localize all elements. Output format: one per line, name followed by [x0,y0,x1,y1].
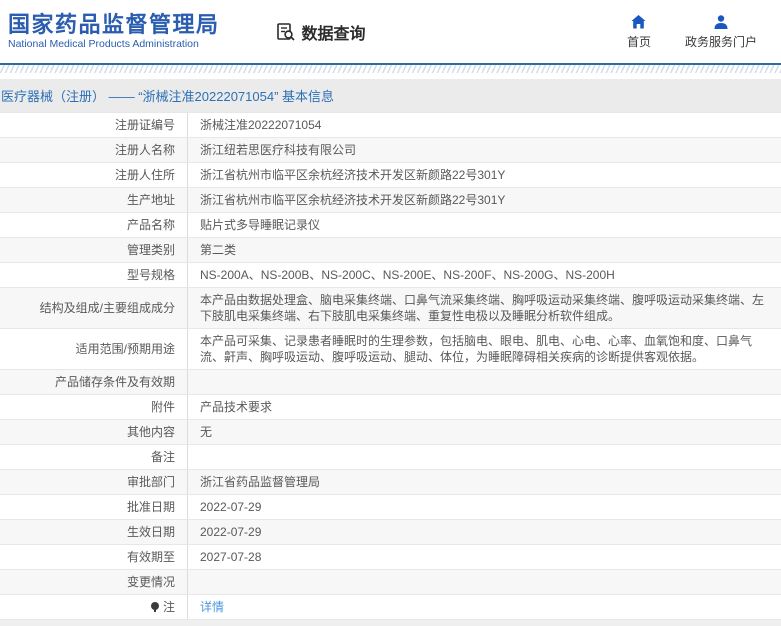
table-row: 其他内容无 [0,420,781,445]
row-label: 注册人住所 [0,163,188,187]
row-value: 浙江省药品监督管理局 [200,475,321,489]
nav-gov-portal-label: 政务服务门户 [684,34,757,49]
table-row: 产品储存条件及有效期 [0,370,781,395]
row-label: 管理类别 [0,238,188,262]
row-label: 产品储存条件及有效期 [0,370,188,394]
nav-home[interactable]: 首页 [627,14,651,50]
row-label: 注 [0,595,188,619]
page: 国家药品监督管理局 National Medical Products Admi… [0,0,781,626]
data-query-label: 数据查询 [301,25,366,43]
table-row: 备注 [0,445,781,470]
row-label: 生效日期 [0,520,188,544]
footer-space [0,620,781,626]
row-label: 型号规格 [0,263,188,287]
row-label: 注册证编号 [0,113,188,137]
row-value: 本产品可采集、记录患者睡眠时的生理参数，包括脑电、眼电、肌电、心电、心率、血氧饱… [200,334,753,364]
data-query-section: 数据查询 [276,20,366,44]
details-link[interactable]: 详情 [200,599,224,615]
row-value: 第二类 [200,243,237,257]
row-label: 生产地址 [0,188,188,212]
site-header: 国家药品监督管理局 National Medical Products Admi… [0,0,781,63]
row-label: 备注 [0,445,188,469]
logo-subtitle: National Medical Products Administration [8,38,199,50]
table-row: 生效日期 2022-07-29 [0,520,781,545]
row-label: 审批部门 [0,470,188,494]
row-label: 其他内容 [0,420,188,444]
table-row: 批准日期 2022-07-29 [0,495,781,520]
row-label: 注册人名称 [0,138,188,162]
header-nav: 首页 政务服务门户 [627,14,767,50]
user-icon [713,14,729,30]
row-value: 2022-07-29 [200,525,262,539]
nav-home-label: 首页 [626,34,651,49]
table-row: 型号规格 NS-200A、NS-200B、NS-200C、NS-200E、NS-2… [0,263,781,288]
table-row: 注册证编号 浙械注准20222071054 [0,113,781,138]
row-label: 产品名称 [0,213,188,237]
row-value [188,445,781,469]
table-row: 变更情况 [0,570,781,595]
row-value: 详情 [188,595,781,619]
data-query-icon [276,22,296,42]
table-row: 管理类别 第二类 [0,238,781,263]
table-row: 产品名称 贴片式多导睡眠记录仪 [0,213,781,238]
breadcrumb: 医疗器械（注册） —— “浙械注准20222071054” 基本信息 [1,89,335,104]
row-value: 2027-07-28 [200,550,262,564]
row-label: 变更情况 [0,570,188,594]
note-icon [150,601,160,613]
breadcrumb-band: 医疗器械（注册） —— “浙械注准20222071054” 基本信息 [0,79,781,112]
row-value: 浙械注准20222071054 [200,118,322,132]
nav-gov-portal[interactable]: 政务服务门户 [685,14,757,50]
table-row: 有效期至 2027-07-28 [0,545,781,570]
row-value: 本产品由数据处理盒、脑电采集终端、口鼻气流采集终端、胸呼吸运动采集终端、腹呼吸运… [200,293,765,323]
row-label: 结构及组成/主要组成成分 [0,288,188,328]
table-row: 审批部门 浙江省药品监督管理局 [0,470,781,495]
table-row: 生产地址 浙江省杭州市临平区余杭经济技术开发区新颜路22号301Y [0,188,781,213]
row-value: 贴片式多导睡眠记录仪 [200,218,321,232]
row-value: 无 [200,425,213,439]
row-value: 浙江纽若思医疗科技有限公司 [200,143,357,157]
table-row: 结构及组成/主要组成成分 本产品由数据处理盒、脑电采集终端、口鼻气流采集终端、胸呼… [0,288,781,329]
row-label: 有效期至 [0,545,188,569]
row-value: 2022-07-29 [200,500,262,514]
info-table: 注册证编号 浙械注准20222071054 注册人名称 浙江纽若思医疗科技有限公司 注册… [0,112,781,620]
nmpa-logo[interactable]: 国家药品监督管理局 National Medical Products Admi… [8,12,220,51]
hatch-band [0,65,781,73]
logo-title: 国家药品监督管理局 [8,12,220,37]
table-row: 注册人住所 浙江省杭州市临平区余杭经济技术开发区新颜路22号301Y [0,163,781,188]
table-row: 注册人名称 浙江纽若思医疗科技有限公司 [0,138,781,163]
row-value: 浙江省杭州市临平区余杭经济技术开发区新颜路22号301Y [200,168,506,182]
table-row: 适用范围/预期用途 本产品可采集、记录患者睡眠时的生理参数，包括脑电、眼电、肌电、… [0,329,781,370]
table-row: 注详情 [0,595,781,620]
row-value [188,370,781,394]
row-value: 浙江省杭州市临平区余杭经济技术开发区新颜路22号301Y [200,193,506,207]
row-label: 批准日期 [0,495,188,519]
row-value [188,570,781,594]
table-row: 附件 产品技术要求 [0,395,781,420]
row-value: 产品技术要求 [200,400,273,414]
row-value: NS-200A、NS-200B、NS-200C、NS-200E、NS-200F、… [200,268,615,282]
row-label: 附件 [0,395,188,419]
home-icon [630,14,647,30]
row-label: 适用范围/预期用途 [0,329,188,369]
